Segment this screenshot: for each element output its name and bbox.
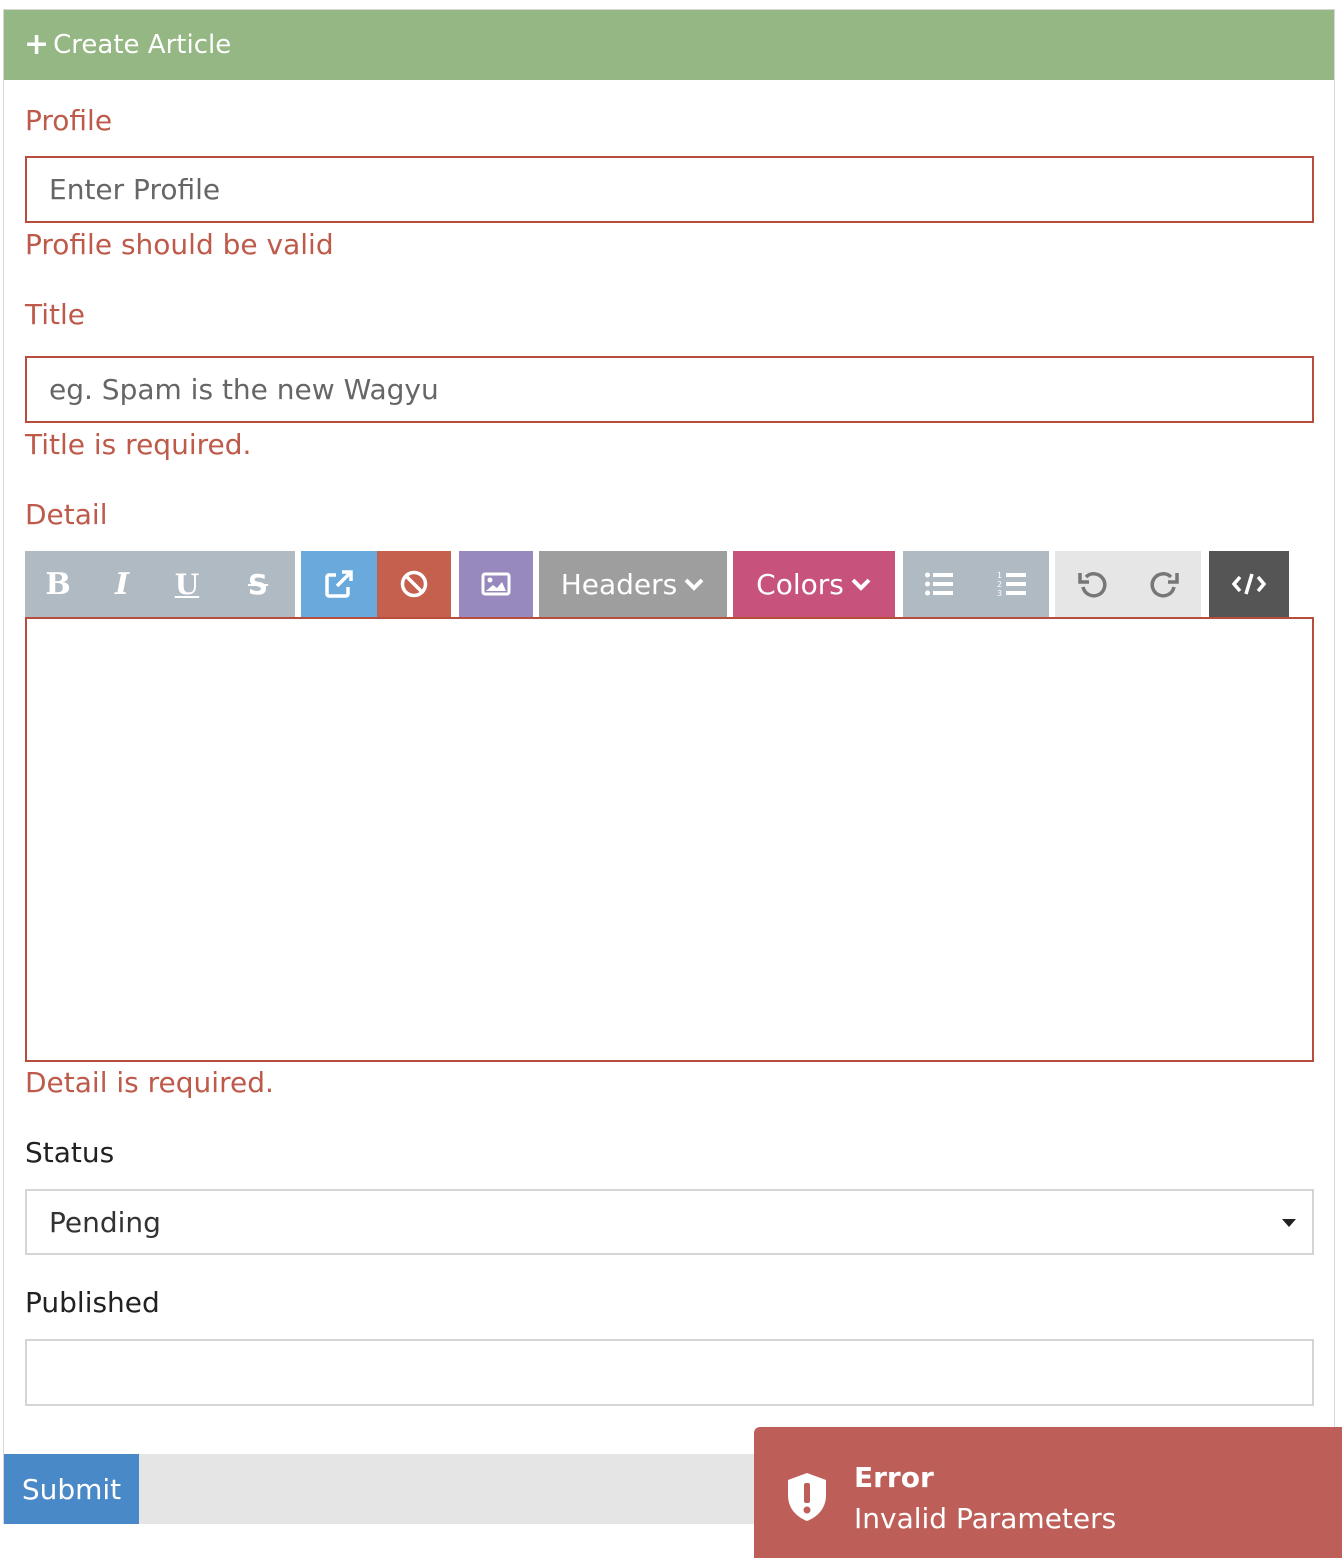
title-label: Title: [25, 298, 86, 331]
headers-label: Headers: [560, 567, 678, 601]
undo-icon: [1078, 572, 1107, 598]
bold-icon: B: [45, 566, 71, 602]
card-title: Create Article: [53, 30, 232, 60]
svg-text:2: 2: [997, 580, 1002, 589]
bold-button[interactable]: B: [25, 551, 91, 617]
headers-group: Headers: [539, 551, 727, 617]
error-toast[interactable]: Error Invalid Parameters: [754, 1427, 1342, 1558]
italic-button[interactable]: I: [91, 551, 153, 617]
image-button[interactable]: [459, 551, 533, 617]
shield-alert-icon: [788, 1473, 826, 1521]
numbered-list-button[interactable]: 1 2 3: [975, 551, 1049, 617]
unlink-icon: [400, 570, 428, 598]
link-icon: [325, 570, 353, 598]
card-header: + Create Article: [4, 10, 1334, 80]
bulleted-list-icon: [925, 572, 953, 596]
bulleted-list-button[interactable]: [903, 551, 975, 617]
caret-down-icon: [1282, 1219, 1296, 1227]
redo-icon: [1150, 572, 1179, 598]
history-group: [1055, 551, 1201, 617]
toast-message: Invalid Parameters: [854, 1502, 1117, 1535]
code-view-button[interactable]: [1209, 551, 1289, 617]
colors-dropdown[interactable]: Colors: [733, 551, 895, 617]
svg-text:3: 3: [997, 589, 1002, 598]
image-group: [459, 551, 533, 617]
italic-icon: I: [114, 566, 130, 602]
list-group: 1 2 3: [903, 551, 1049, 617]
colors-group: Colors: [733, 551, 895, 617]
chevron-down-icon: [684, 578, 704, 591]
format-group: B I U S: [25, 551, 295, 617]
numbered-list-icon: 1 2 3: [997, 571, 1026, 598]
toast-title: Error: [854, 1461, 934, 1494]
title-error: Title is required.: [25, 428, 252, 461]
profile-label: Profile: [25, 104, 113, 137]
profile-error: Profile should be valid: [25, 228, 334, 261]
unlink-button[interactable]: [377, 551, 451, 617]
detail-label: Detail: [25, 498, 108, 531]
detail-error: Detail is required.: [25, 1066, 274, 1099]
status-select[interactable]: Pending: [25, 1189, 1314, 1255]
link-button[interactable]: [301, 551, 377, 617]
published-input[interactable]: [25, 1339, 1314, 1406]
svg-text:1: 1: [997, 571, 1002, 580]
strikethrough-icon: S: [247, 567, 269, 601]
underline-icon: U: [174, 567, 200, 601]
detail-editor[interactable]: [25, 617, 1314, 1062]
colors-label: Colors: [756, 567, 844, 601]
headers-dropdown[interactable]: Headers: [539, 551, 727, 617]
undo-button[interactable]: [1055, 551, 1129, 617]
code-view-icon: [1231, 573, 1267, 595]
plus-icon: +: [24, 27, 50, 62]
submit-button[interactable]: Submit: [4, 1454, 139, 1524]
chevron-down-icon: [851, 578, 871, 591]
create-article-card: + Create Article Profile Profile should …: [3, 9, 1335, 1524]
link-group: [301, 551, 451, 617]
status-selected-value: Pending: [49, 1205, 161, 1239]
strikethrough-button[interactable]: S: [221, 551, 295, 617]
published-label: Published: [25, 1286, 160, 1319]
redo-button[interactable]: [1129, 551, 1201, 617]
profile-input[interactable]: [25, 156, 1314, 223]
title-input[interactable]: [25, 356, 1314, 423]
code-group: [1209, 551, 1289, 617]
image-icon: [481, 572, 511, 596]
underline-button[interactable]: U: [153, 551, 221, 617]
status-label: Status: [25, 1136, 115, 1169]
